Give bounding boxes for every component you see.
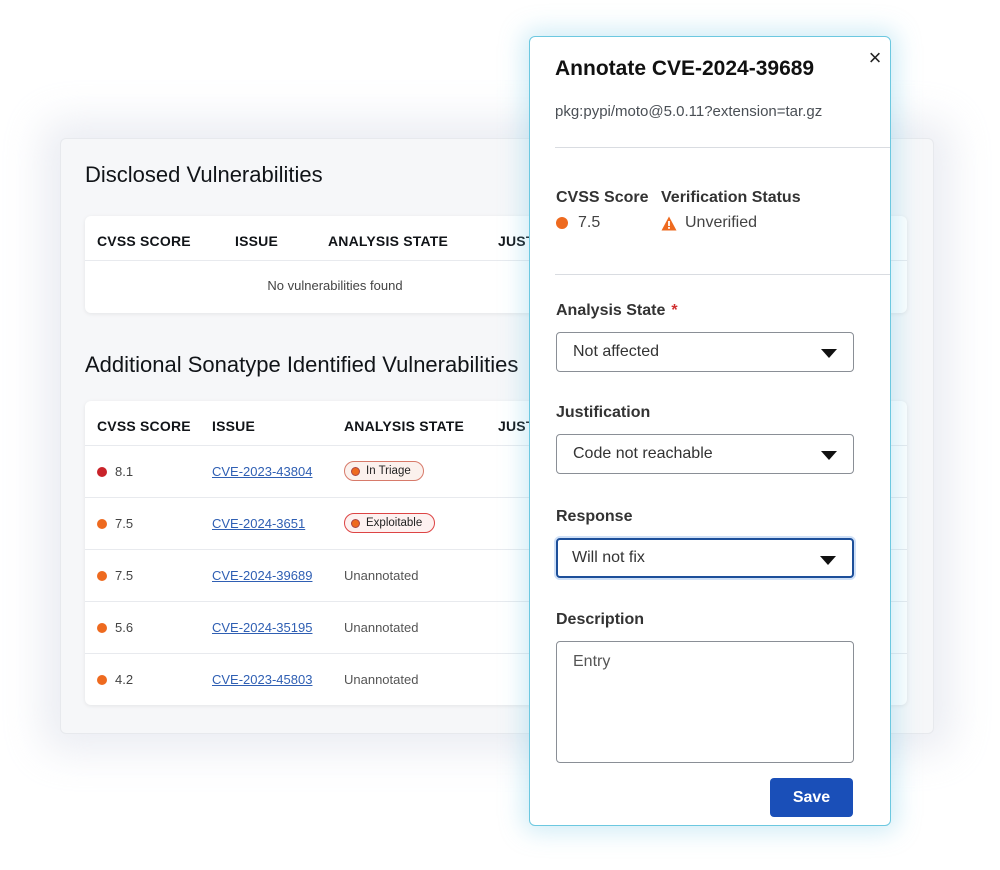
analysis-state-text: Unannotated [344,672,419,687]
severity-dot-icon [556,217,568,229]
cvss-score-label: CVSS Score [556,189,649,206]
cvss-score: 8.1 [97,464,133,479]
disclosed-title: Disclosed Vulnerabilities [85,162,323,187]
issue-link[interactable]: CVE-2023-43804 [212,464,312,479]
status-badge: In Triage [344,461,424,481]
save-button[interactable]: Save [770,778,853,817]
empty-message: No vulnerabilities found [267,278,403,293]
modal-title: Annotate CVE-2024-39689 [555,57,815,80]
issue-link[interactable]: CVE-2024-39689 [212,568,312,583]
analysis-state-text: Unannotated [344,620,419,635]
analysis-state-select[interactable]: Not affected [556,332,854,372]
required-marker: * [671,302,678,319]
description-label: Description [556,611,645,628]
cvss-score: 5.6 [97,620,133,635]
annotate-modal: Annotate CVE-2024-39689 × pkg:pypi/moto@… [529,36,891,826]
chevron-down-icon [821,451,837,460]
severity-dot-icon [97,622,107,633]
verification-status-label: Verification Status [661,189,801,206]
description-textarea[interactable]: Entry [556,641,854,763]
additional-title: Additional Sonatype Identified Vulnerabi… [85,352,519,377]
severity-dot-icon [97,674,107,685]
col-cvss-score: CVSS SCORE [97,233,191,249]
cvss-score-value: 7.5 [556,214,600,232]
col-issue: ISSUE [235,233,279,249]
response-label: Response [556,508,633,525]
issue-link[interactable]: CVE-2024-35195 [212,620,312,635]
analysis-state-text: Unannotated [344,568,419,583]
issue-link[interactable]: CVE-2024-3651 [212,516,305,531]
verification-status-value: Unverified [661,214,757,232]
severity-dot-icon [97,518,107,529]
severity-dot-icon [97,466,107,477]
chevron-down-icon [821,349,837,358]
justification-select[interactable]: Code not reachable [556,434,854,474]
severity-dot-icon [97,570,107,581]
package-identifier: pkg:pypi/moto@5.0.11?extension=tar.gz [555,103,823,120]
col-analysis-state: ANALYSIS STATE [328,233,449,249]
divider [555,147,890,148]
issue-link[interactable]: CVE-2023-45803 [212,672,312,687]
analysis-state-label: Analysis State * [556,302,678,319]
status-dot-icon [351,466,360,476]
response-select[interactable]: Will not fix [556,538,854,578]
divider [555,274,890,275]
col-analysis-state: ANALYSIS STATE [344,418,465,434]
status-dot-icon [351,518,360,528]
cvss-score: 7.5 [97,568,133,583]
close-icon[interactable]: × [864,47,886,69]
warning-icon [661,216,677,230]
cvss-score: 7.5 [97,516,133,531]
status-badge: Exploitable [344,513,436,533]
col-cvss-score: CVSS SCORE [97,418,191,434]
cvss-score: 4.2 [97,672,133,687]
justification-label: Justification [556,404,651,421]
chevron-down-icon [820,556,836,565]
col-issue: ISSUE [212,418,256,434]
